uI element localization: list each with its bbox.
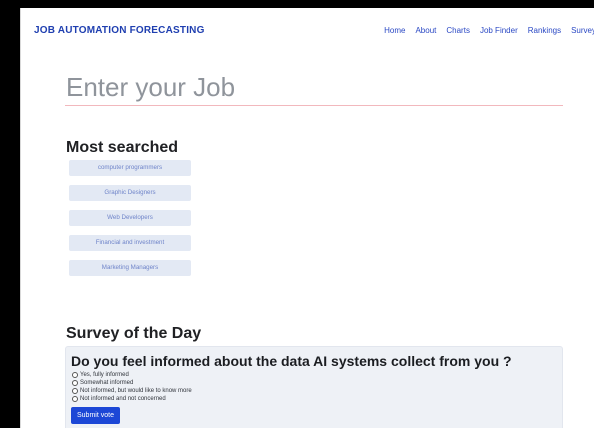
most-searched-item-computer-programmers[interactable]: computer programmers bbox=[69, 160, 191, 176]
survey-question: Do you feel informed about the data AI s… bbox=[71, 353, 512, 369]
survey-option-radio[interactable] bbox=[72, 380, 78, 386]
most-searched-item-financial-investment[interactable]: Financial and investment bbox=[69, 235, 191, 251]
most-searched-heading: Most searched bbox=[66, 139, 179, 156]
survey-option-label: Yes, fully informed bbox=[80, 372, 129, 378]
survey-option-label: Not informed, but would like to know mor… bbox=[80, 388, 192, 394]
survey-option-label: Not informed and not concerned bbox=[80, 396, 166, 402]
survey-option-radio[interactable] bbox=[72, 396, 78, 402]
most-searched-list: computer programmers Graphic Designers W… bbox=[69, 160, 191, 285]
browser-page: JOB AUTOMATION FORECASTING Home About Ch… bbox=[20, 8, 594, 428]
nav-job-finder-link[interactable]: Job Finder bbox=[475, 26, 523, 35]
nav-rankings-link[interactable]: Rankings bbox=[523, 26, 566, 35]
most-searched-item-marketing-managers[interactable]: Marketing Managers bbox=[69, 260, 191, 276]
most-searched-item-graphic-designers[interactable]: Graphic Designers bbox=[69, 185, 191, 201]
nav-links: Home About Charts Job Finder Rankings Su… bbox=[379, 26, 594, 35]
survey-option[interactable]: Yes, fully informed bbox=[71, 371, 562, 379]
survey-card: Do you feel informed about the data AI s… bbox=[65, 346, 563, 428]
nav-home-link[interactable]: Home bbox=[379, 26, 410, 35]
survey-option-radio[interactable] bbox=[72, 388, 78, 394]
navbar: JOB AUTOMATION FORECASTING Home About Ch… bbox=[21, 8, 594, 52]
nav-charts-link[interactable]: Charts bbox=[441, 26, 475, 35]
survey-option[interactable]: Not informed, but would like to know mor… bbox=[71, 387, 562, 395]
brand-logo[interactable]: JOB AUTOMATION FORECASTING bbox=[34, 25, 205, 36]
job-search-field bbox=[65, 70, 563, 106]
survey-heading: Survey of the Day bbox=[66, 325, 202, 342]
survey-option[interactable]: Not informed and not concerned bbox=[71, 395, 562, 403]
survey-option[interactable]: Somewhat informed bbox=[71, 379, 562, 387]
most-searched-item-web-developers[interactable]: Web Developers bbox=[69, 210, 191, 226]
survey-option-label: Somewhat informed bbox=[80, 380, 134, 386]
job-search-input[interactable] bbox=[65, 70, 563, 104]
submit-vote-button[interactable]: Submit vote bbox=[71, 407, 120, 424]
nav-about-link[interactable]: About bbox=[410, 26, 441, 35]
nav-survey-link[interactable]: Survey bbox=[566, 26, 594, 35]
survey-option-radio[interactable] bbox=[72, 372, 78, 378]
